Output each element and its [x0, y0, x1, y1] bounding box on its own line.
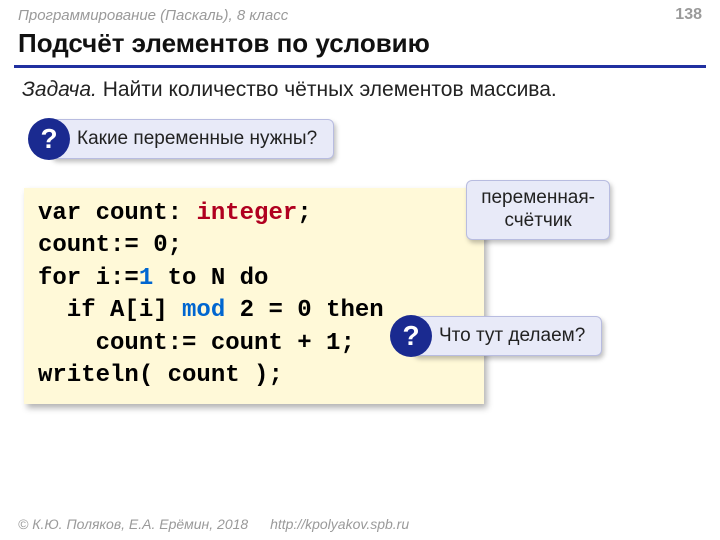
callout-question-2: ? Что тут делаем?: [390, 315, 602, 357]
annotation-counter-var: переменная- счётчик: [466, 180, 610, 240]
task-text: Найти количество чётных элементов массив…: [103, 78, 557, 101]
code-block: var count: integer; count:= 0; for i:=1 …: [24, 188, 484, 404]
question-mark-icon: ?: [28, 118, 70, 160]
callout-bubble-1: Какие переменные нужны?: [50, 119, 334, 159]
callout-bubble-2: Что тут делаем?: [412, 316, 602, 356]
slide-title: Подсчёт элементов по условию: [14, 26, 706, 68]
task-label: Задача.: [22, 78, 97, 101]
question-mark-icon: ?: [390, 315, 432, 357]
course-name: Программирование (Паскаль), 8 класс: [18, 7, 288, 24]
task-statement: Задача. Найти количество чётных элементо…: [22, 78, 698, 102]
page-number: 138: [675, 6, 702, 24]
callout-question-1: ? Какие переменные нужны?: [28, 118, 334, 160]
copyright: © К.Ю. Поляков, Е.А. Ерёмин, 2018: [18, 516, 248, 532]
footer-url: http://kpolyakov.spb.ru: [270, 516, 409, 532]
slide-header: Программирование (Паскаль), 8 класс 138: [0, 0, 720, 26]
slide-footer: © К.Ю. Поляков, Е.А. Ерёмин, 2018 http:/…: [0, 510, 720, 540]
